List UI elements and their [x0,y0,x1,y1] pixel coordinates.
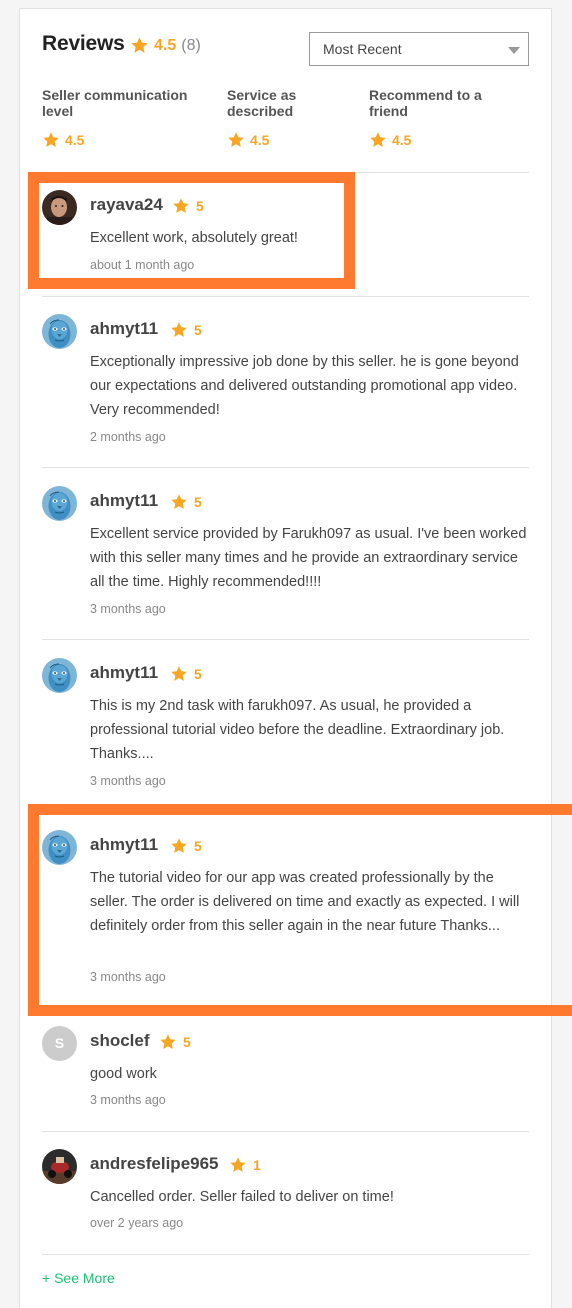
review-time: about 1 month ago [90,258,195,272]
star-icon [159,1033,177,1051]
sub-rating-service: Service as described 4.5 [227,87,352,148]
review-rating-value: 5 [194,838,202,854]
reviewer-username[interactable]: ahmyt11 [90,491,158,511]
review-time: 3 months ago [90,774,166,788]
review-item: ahmyt11 5 Excellent service provided by … [42,486,529,626]
review-item: ahmyt11 5 Exceptionally impressive job d… [42,314,529,454]
sub-rating-score: 4.5 [392,132,412,148]
review-rating: 5 [170,837,202,855]
review-rating: 5 [170,321,202,339]
review-text: Exceptionally impressive job done by thi… [90,354,519,418]
sub-rating-label: Service as described [227,87,297,119]
avatar[interactable] [42,1149,77,1184]
sub-rating-label: Seller communication level [42,87,188,119]
sub-rating-label: Recommend to a friend [369,87,482,119]
avatar[interactable] [42,830,77,865]
review-rating-value: 5 [194,494,202,510]
sort-select[interactable]: Most Recent [309,32,529,66]
sub-rating-value: 4.5 [369,131,411,149]
divider [42,1131,529,1132]
star-icon [170,665,188,683]
review-time: 3 months ago [90,602,166,616]
divider [42,296,529,297]
review-rating-value: 5 [194,322,202,338]
sort-selected-value: Most Recent [323,41,402,57]
divider [42,467,529,468]
reviewer-username[interactable]: ahmyt11 [90,319,158,339]
avatar[interactable] [42,658,77,693]
review-rating-value: 5 [183,1034,191,1050]
avatar[interactable]: S [42,1026,77,1061]
chevron-down-icon [508,47,520,54]
review-text: Excellent work, absolutely great! [90,230,298,246]
reviewer-username[interactable]: ahmyt11 [90,663,158,683]
sub-rating-score: 4.5 [65,132,85,148]
review-item: S shoclef 5 good work 3 months ago [42,1026,529,1116]
review-text: This is my 2nd task with farukh097. As u… [90,698,505,762]
review-item: ahmyt11 5 The tutorial video for our app… [42,830,529,990]
star-icon [170,321,188,339]
reviews-header: Reviews 4.5 (8) Most Recent [42,30,529,70]
review-text: Excellent service provided by Farukh097 … [90,526,527,590]
star-icon [172,197,190,215]
review-rating: 5 [170,493,202,511]
star-icon [130,36,149,55]
reviewer-username[interactable]: rayava24 [90,195,163,215]
star-icon [170,493,188,511]
review-time: 3 months ago [90,1093,166,1107]
avatar[interactable] [42,314,77,349]
reviewer-username[interactable]: andresfelipe965 [90,1154,219,1174]
divider [42,172,529,173]
review-rating: 1 [229,1156,261,1174]
avatar[interactable] [42,486,77,521]
review-rating-value: 5 [196,198,204,214]
sub-rating-value: 4.5 [227,131,269,149]
divider [42,639,529,640]
review-item: andresfelipe965 1 Cancelled order. Selle… [42,1149,529,1239]
overall-rating: 4.5 (8) [130,36,201,55]
star-icon [229,1156,247,1174]
review-text: Cancelled order. Seller failed to delive… [90,1189,394,1205]
review-text: The tutorial video for our app was creat… [90,870,520,934]
review-time: over 2 years ago [90,1216,184,1230]
review-rating-value: 5 [194,666,202,682]
reviewer-username[interactable]: shoclef [90,1031,150,1051]
star-icon [227,131,245,149]
reviewer-username[interactable]: ahmyt11 [90,835,158,855]
review-rating: 5 [159,1033,191,1051]
star-icon [42,131,60,149]
review-count: (8) [181,36,201,54]
sub-rating-score: 4.5 [250,132,270,148]
review-time: 2 months ago [90,430,166,444]
sub-ratings: Seller communication level 4.5 Service a… [42,87,529,153]
sub-rating-communication: Seller communication level 4.5 [42,87,212,148]
review-rating-value: 1 [253,1157,261,1173]
divider [42,1254,529,1255]
star-icon [369,131,387,149]
review-rating: 5 [172,197,204,215]
review-time: 3 months ago [90,970,166,984]
star-icon [170,837,188,855]
review-item: ahmyt11 5 This is my 2nd task with faruk… [42,658,529,798]
see-more-link[interactable]: + See More [42,1270,115,1286]
sub-rating-value: 4.5 [42,131,84,149]
overall-rating-value: 4.5 [154,36,177,54]
review-item: rayava24 5 Excellent work, absolutely gr… [42,190,529,280]
reviews-title: Reviews [42,32,125,55]
sub-rating-recommend: Recommend to a friend 4.5 [369,87,509,148]
avatar[interactable] [42,190,77,225]
review-text: good work [90,1066,157,1082]
review-rating: 5 [170,665,202,683]
